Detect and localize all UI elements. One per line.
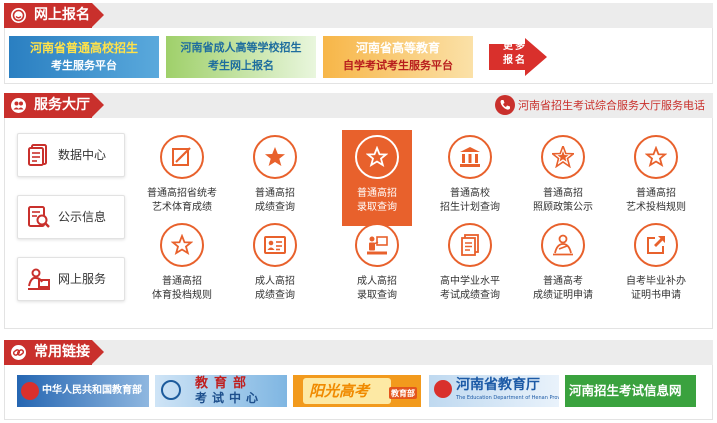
links-section-header: 常用链接 [4,340,713,365]
star-icon [253,135,297,179]
service-academic-test-score[interactable]: 高中学业水平 考试成绩查询 [428,223,512,309]
star-outline-icon [634,135,678,179]
phone-icon [495,95,515,115]
service-gaokao-admission[interactable]: 普通高招 录取查询 [342,130,412,226]
service-policy-notice[interactable]: 普通高招 照顾政策公示 [521,133,605,223]
edit-icon [160,135,204,179]
banner-adult-registration[interactable]: 河南省成人高等学校招生 考生网上报名 [166,36,316,78]
links-tab: 常用链接 [4,340,104,365]
smile-icon [11,8,26,23]
register-tab: 网上报名 [4,3,104,28]
link-icon [11,345,26,360]
service-art-filing-rules[interactable]: 普通高招 艺术投档规则 [614,133,698,223]
more-registration-button[interactable]: 更 多 报 名 [489,38,547,76]
link-exam-center[interactable]: 教育部 考试中心 [155,375,287,407]
links-section-title: 常用链接 [34,344,90,360]
link-ministry-of-education[interactable]: 中华人民共和国教育部 [17,375,149,407]
service-adult-score[interactable]: 成人高招 成绩查询 [233,223,317,309]
external-link-icon [634,223,678,267]
institution-icon [448,135,492,179]
emblem-icon [434,380,452,398]
star-badge-icon [541,135,585,179]
register-section-header: 网上报名 [4,3,713,28]
emblem-icon [21,382,39,400]
presenter-icon [355,223,399,267]
star-outline-icon [160,223,204,267]
person-desk-icon [26,266,52,292]
service-adult-admission[interactable]: 成人高招 录取查询 [335,223,419,309]
link-sunshine-gaokao[interactable]: 阳光高考 教育部 [293,375,421,407]
service-sport-filing-rules[interactable]: 普通高招 体育投档规则 [140,223,224,309]
service-score-certificate[interactable]: 普通高考 成绩证明申请 [521,223,605,309]
link-henan-education-dept[interactable]: 河南省教育厅 The Education Department of Henan… [429,375,559,407]
link-henan-exam-info[interactable]: 河南招生考试信息网 [565,375,696,407]
register-section-title: 网上报名 [34,7,90,23]
document-stack-icon [448,223,492,267]
people-icon [11,98,26,113]
service-art-sport-score[interactable]: 普通高招省统考 艺术体育成绩 [140,133,224,223]
search-document-icon [26,204,52,230]
banner-self-study-exam[interactable]: 河南省高等教育 自学考试考生服务平台 [323,36,473,78]
online-service-button[interactable]: 网上服务 [17,257,125,301]
service-section-title: 服务大厅 [34,97,90,113]
star-outline-icon [355,135,399,179]
emblem-icon [161,380,181,400]
service-graduation-certificate[interactable]: 自考毕业补办 证明书申请 [614,223,698,309]
service-enrollment-plan[interactable]: 普通高校 招生计划查询 [428,133,512,223]
public-info-button[interactable]: 公示信息 [17,195,125,239]
id-card-icon [253,223,297,267]
service-gaokao-score[interactable]: 普通高招 成绩查询 [233,133,317,223]
document-icon [26,142,52,168]
service-section-header: 服务大厅 河南省招生考试综合服务大厅服务电话 [4,93,713,118]
service-tab: 服务大厅 [4,93,104,118]
data-center-button[interactable]: 数据中心 [17,133,125,177]
banner-gaokao-platform[interactable]: 河南省普通高校招生 考生服务平台 [9,36,159,78]
person-icon [541,223,585,267]
